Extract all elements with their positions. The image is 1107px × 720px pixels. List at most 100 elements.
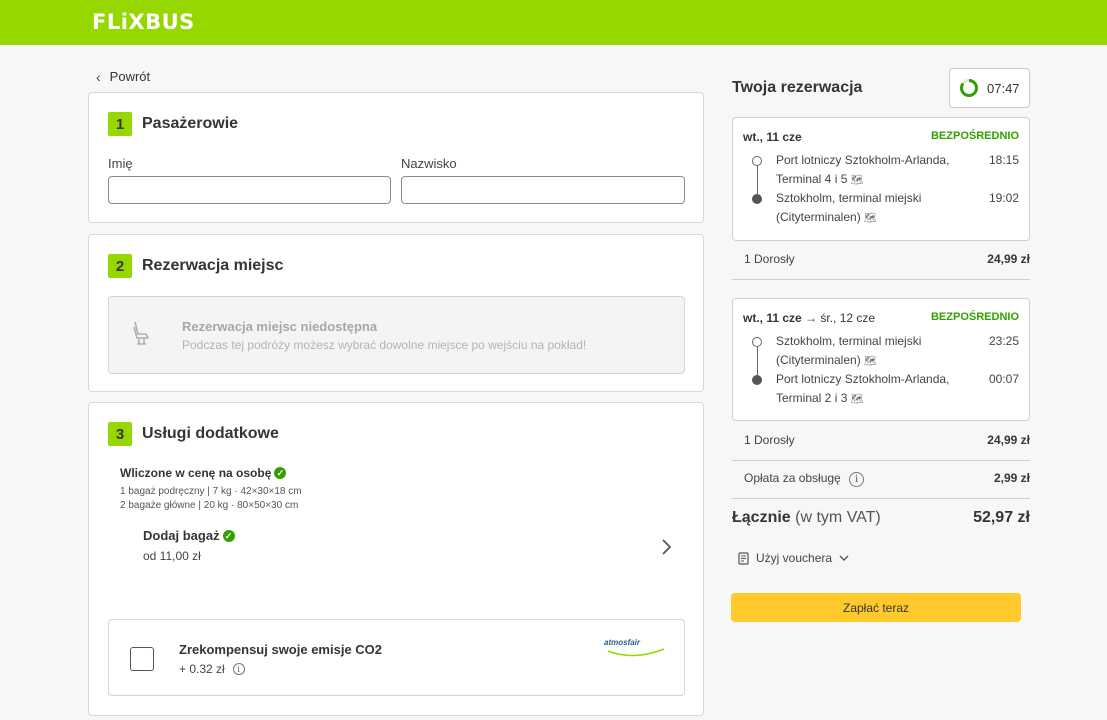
add-bag-title[interactable]: Dodaj bagaż ✓: [143, 528, 235, 543]
map-icon[interactable]: 🗺: [864, 356, 877, 367]
service-fee-row: Opłata za obsługę i 2,99 zł: [732, 471, 1030, 487]
seat-unavailable-text: Podczas tej podróży możesz wybrać dowoln…: [182, 338, 587, 352]
last-name-field[interactable]: [401, 176, 685, 204]
arrival-time: 19:02: [988, 191, 1019, 205]
reservation-timer: 07:47: [949, 68, 1030, 108]
first-name-field[interactable]: [108, 176, 391, 204]
atmosfair-logo: atmosfair: [604, 638, 666, 660]
departure-time: 23:25: [988, 334, 1019, 348]
seat-reservation-section: 2 Rezerwacja miejsc Rezerwacja miejsc ni…: [88, 234, 704, 392]
direct-badge: BEZPOŚREDNIO: [930, 311, 1019, 323]
passengers-section: 1 Pasażerowie Imię Nazwisko: [88, 92, 704, 223]
seat-unavailable-title: Rezerwacja miejsc niedostępna: [182, 319, 378, 334]
divider: [732, 460, 1030, 461]
co2-price: + 0.32 zł: [179, 662, 225, 676]
chevron-down-icon: [839, 555, 849, 561]
trip2-passenger-row: 1 Dorosły 24,99 zł: [732, 433, 1030, 447]
arrival-stop-line1: Port lotniczy Sztokholm-Arlanda,: [776, 372, 950, 386]
step-number: 3: [108, 422, 132, 446]
extras-header: 3 Usługi dodatkowe: [108, 422, 279, 446]
seat-unavailable-box: Rezerwacja miejsc niedostępna Podczas te…: [108, 296, 685, 374]
departure-stop-line2: Terminal 4 i 5: [776, 172, 848, 186]
check-circle-icon: ✓: [222, 529, 235, 542]
map-icon[interactable]: 🗺: [851, 175, 864, 186]
departure-dot-icon: [752, 337, 762, 347]
trip-date: wt., 11 cze → śr., 12 cze: [743, 311, 875, 325]
voucher-toggle[interactable]: Użyj vouchera: [738, 551, 849, 565]
trip1-passenger-row: 1 Dorosły 24,99 zł: [732, 252, 1030, 266]
map-icon[interactable]: 🗺: [864, 213, 877, 224]
co2-title: Zrekompensuj swoje emisje CO2: [179, 642, 383, 657]
voucher-icon: [738, 551, 749, 565]
map-icon[interactable]: 🗺: [851, 394, 864, 405]
first-name-label: Imię: [108, 156, 133, 171]
total-value: 52,97 zł: [973, 509, 1030, 526]
seats-header: 2 Rezerwacja miejsc: [108, 254, 283, 278]
timer-ring-icon: [960, 79, 978, 97]
add-bag-title-text: Dodaj bagaż: [143, 528, 220, 543]
summary-title: Twoja rezerwacja: [732, 79, 863, 96]
included-hand-luggage: 1 bagaż podręczny | 7 kg · 42×30×18 cm: [120, 486, 302, 497]
passenger-count: 1 Dorosły: [744, 252, 795, 266]
trip-card-outbound: wt., 11 cze BEZPOŚREDNIO Port lotniczy S…: [732, 117, 1030, 241]
seat-icon: [133, 321, 149, 345]
service-fee-value: 2,99 zł: [993, 471, 1030, 485]
passengers-header: 1 Pasażerowie: [108, 112, 238, 136]
trip-card-return: wt., 11 cze → śr., 12 cze BEZPOŚREDNIO S…: [732, 298, 1030, 421]
info-icon[interactable]: i: [849, 472, 865, 487]
total-label: Łącznie: [732, 509, 791, 526]
direct-badge: BEZPOŚREDNIO: [930, 130, 1019, 142]
service-fee-label: Opłata za obsługę: [744, 471, 841, 485]
section-title: Usługi dodatkowe: [142, 425, 279, 442]
total-vat-note: (w tym VAT): [795, 509, 881, 526]
trip1-price: 24,99 zł: [987, 252, 1030, 266]
arrival-dot-icon: [752, 375, 762, 385]
departure-stop-line1: Sztokholm, terminal miejski: [776, 334, 922, 348]
included-title: Wliczone w cenę na osobę ✓: [120, 466, 287, 480]
trip-date-extra: → śr., 12 cze: [801, 311, 876, 325]
divider: [732, 498, 1030, 499]
add-bag-price: od 11,00 zł: [143, 549, 201, 563]
section-title: Rezerwacja miejsc: [142, 257, 284, 274]
trip-date: wt., 11 cze: [743, 130, 802, 144]
trip-date-text: wt., 11 cze: [743, 130, 802, 144]
back-link[interactable]: ‹ Powrót: [96, 69, 150, 84]
back-label: Powrót: [109, 69, 151, 84]
co2-checkbox[interactable]: [130, 647, 154, 671]
departure-stop-line2: (Cityterminalen): [776, 353, 861, 367]
info-icon[interactable]: i: [232, 663, 245, 675]
arrival-stop[interactable]: Port lotniczy Sztokholm-Arlanda, Termina…: [776, 370, 976, 409]
divider: [732, 279, 1030, 280]
route-line: [756, 347, 758, 375]
co2-price-row: + 0.32 zł i: [179, 662, 245, 676]
section-title: Pasażerowie: [142, 115, 239, 132]
check-circle-icon: ✓: [274, 467, 287, 479]
passenger-count: 1 Dorosły: [744, 433, 795, 447]
total-row: Łącznie (w tym VAT) 52,97 zł: [732, 509, 1030, 527]
included-title-text: Wliczone w cenę na osobę: [120, 466, 272, 480]
departure-stop[interactable]: Sztokholm, terminal miejski (Citytermina…: [776, 332, 976, 371]
step-number: 2: [108, 254, 132, 278]
arrival-stop-line1: Sztokholm, terminal miejski: [776, 191, 922, 205]
arrival-stop[interactable]: Sztokholm, terminal miejski (Citytermina…: [776, 189, 976, 228]
arrival-stop-line2: Terminal 2 i 3: [776, 391, 848, 405]
chevron-right-icon[interactable]: [660, 535, 674, 559]
departure-stop[interactable]: Port lotniczy Sztokholm-Arlanda, Termina…: [776, 151, 976, 190]
atmosfair-swoosh-icon: [607, 648, 665, 657]
arrival-dot-icon: [752, 194, 762, 204]
atmosfair-logo-text: atmosfair: [604, 638, 641, 647]
arrival-stop-line2: (Cityterminalen): [776, 210, 861, 224]
timer-value: 07:47: [987, 80, 1020, 96]
route-line: [756, 166, 758, 194]
trip-date-text: wt., 11 cze: [743, 311, 802, 325]
top-bar: FLiXBUS: [0, 0, 1107, 45]
step-number: 1: [108, 112, 132, 136]
departure-time: 18:15: [988, 153, 1019, 167]
voucher-label: Użyj vouchera: [756, 551, 833, 565]
flixbus-logo[interactable]: FLiXBUS: [92, 10, 195, 34]
co2-compensation-box: Zrekompensuj swoje emisje CO2 + 0.32 zł …: [108, 619, 685, 696]
trip2-price: 24,99 zł: [987, 433, 1030, 447]
chevron-left-icon: ‹: [96, 68, 101, 85]
included-main-luggage: 2 bagaże główne | 20 kg · 80×50×30 cm: [120, 500, 299, 511]
pay-now-button[interactable]: Zapłać teraz: [731, 593, 1021, 622]
